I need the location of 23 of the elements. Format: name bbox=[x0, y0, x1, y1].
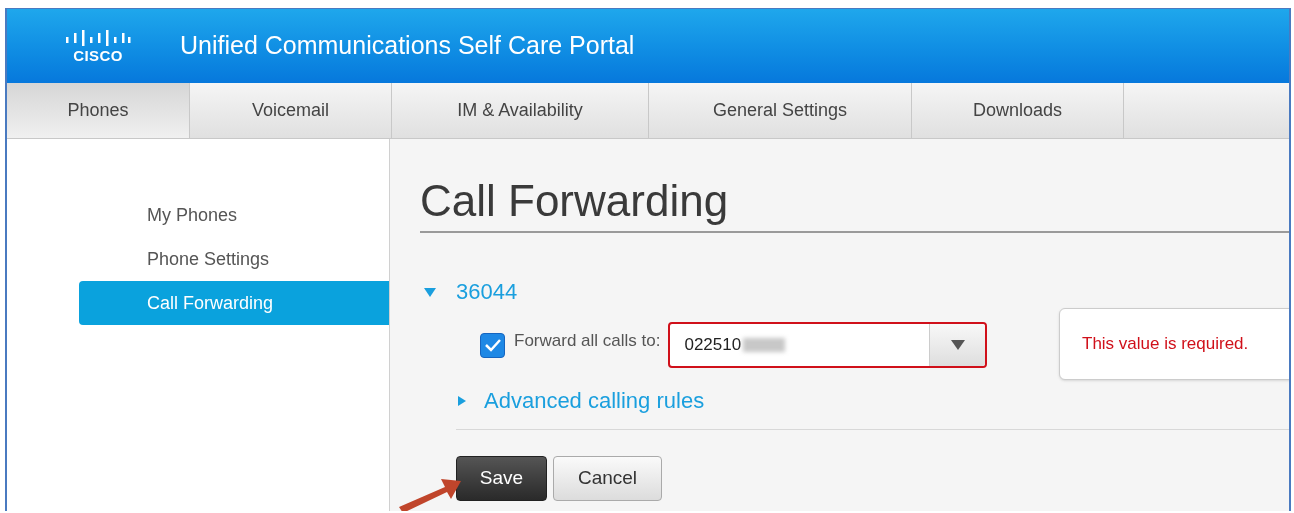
cancel-button[interactable]: Cancel bbox=[553, 456, 662, 501]
sidebar-item[interactable]: My Phones bbox=[79, 193, 389, 237]
logo-bars-icon bbox=[65, 29, 131, 46]
forward-label: Forward all calls to: bbox=[514, 330, 661, 353]
error-message: This value is required. bbox=[1082, 333, 1249, 356]
sidebar-item[interactable]: Phone Settings bbox=[79, 237, 389, 281]
checkmark-icon bbox=[483, 338, 502, 352]
logo-text: CISCO bbox=[73, 47, 123, 63]
tab[interactable]: Downloads bbox=[912, 83, 1124, 138]
redacted-blur bbox=[743, 338, 786, 352]
page-title: Call Forwarding bbox=[420, 175, 1289, 233]
tab[interactable]: General Settings bbox=[649, 83, 912, 138]
expand-triangle-icon[interactable] bbox=[456, 394, 468, 407]
forward-number-field[interactable]: 022510 bbox=[668, 322, 988, 368]
tab[interactable]: Voicemail bbox=[190, 83, 392, 138]
save-button[interactable]: Save bbox=[456, 456, 547, 501]
dropdown-arrow-icon bbox=[950, 340, 965, 350]
tab[interactable]: Phones bbox=[7, 83, 190, 138]
checkbox[interactable] bbox=[480, 332, 505, 358]
collapse-triangle-icon[interactable] bbox=[424, 285, 436, 298]
dropdown-button[interactable] bbox=[929, 324, 986, 366]
portal-title: Unified Communications Self Care Portal bbox=[180, 30, 635, 62]
tab[interactable]: IM & Availability bbox=[392, 83, 649, 138]
